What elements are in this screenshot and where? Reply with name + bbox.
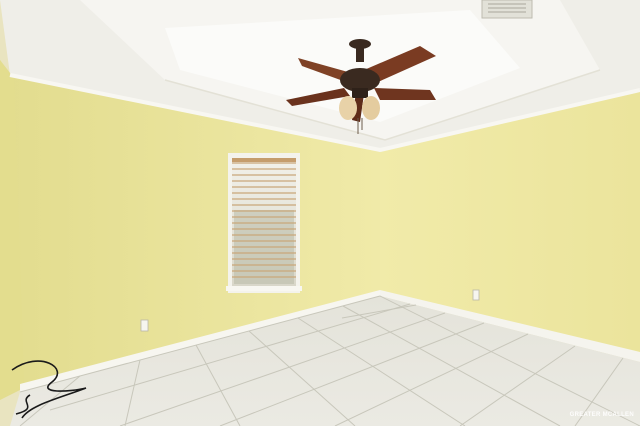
room-scene <box>0 0 640 426</box>
watermark: GREATER MCALLEN <box>570 412 634 418</box>
fan-light-shade <box>362 96 380 120</box>
empty-room-photo: GREATER MCALLEN <box>0 0 640 426</box>
ceiling-vent <box>481 0 533 19</box>
watermark-text: GREATER MCALLEN <box>569 412 634 418</box>
fan-light-shade <box>339 96 357 120</box>
electrical-outlet <box>140 319 149 332</box>
window-with-blinds <box>226 153 302 293</box>
electrical-outlet <box>472 289 480 301</box>
